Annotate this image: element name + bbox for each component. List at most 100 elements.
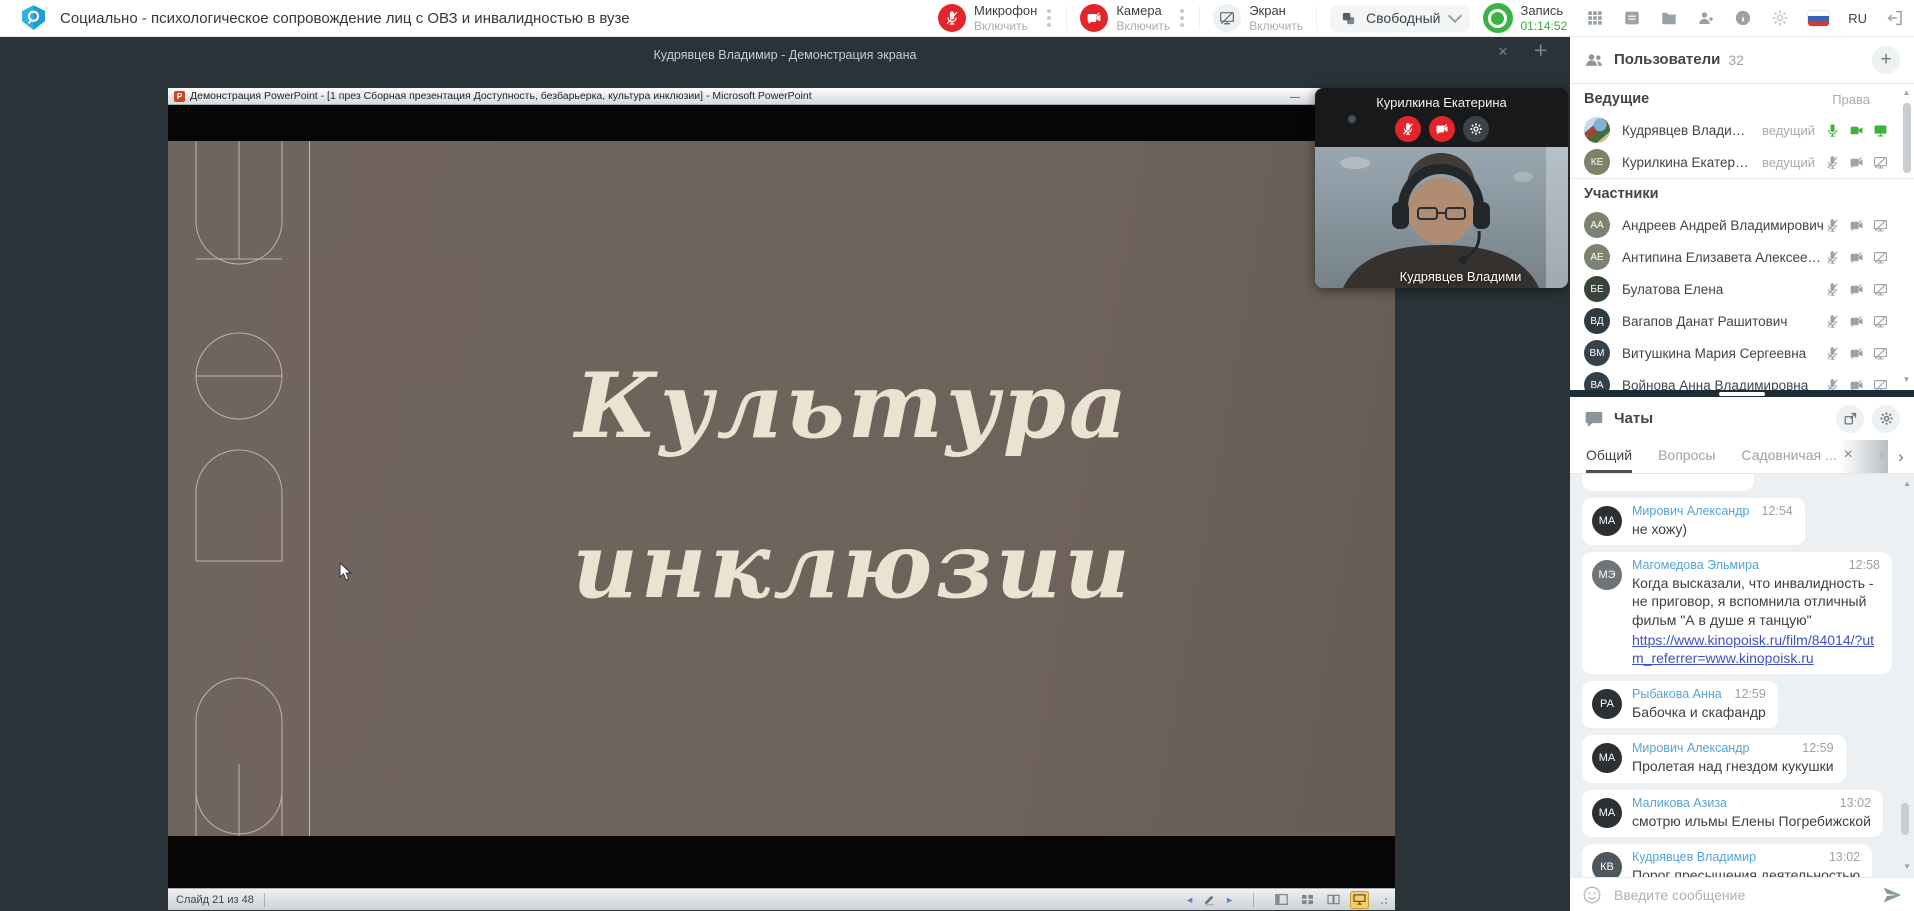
user-row[interactable]: ВАВойнова Анна Владимировна: [1570, 369, 1914, 390]
webcam-overlay[interactable]: Курилкина Екатерина: [1315, 88, 1568, 288]
user-row[interactable]: БЕБулатова Елена: [1570, 273, 1914, 305]
message-author[interactable]: Кудрявцев Владимир: [1632, 850, 1756, 864]
record-label: Запись: [1521, 3, 1568, 19]
message-link[interactable]: https://www.kinopoisk.ru/film/84014/?utm…: [1632, 631, 1880, 667]
message-author[interactable]: Магомедова Эльмира: [1632, 558, 1759, 572]
chat-tab[interactable]: Общий: [1586, 440, 1632, 473]
add-user-button[interactable]: +: [1872, 46, 1900, 74]
leave-meeting-icon[interactable]: [1886, 9, 1904, 27]
chat-tab[interactable]: Садовничая ...×: [1741, 440, 1853, 473]
normal-view-icon[interactable]: [1273, 892, 1290, 908]
user-row[interactable]: АЕАнтипина Елизавета Алексеевна: [1570, 241, 1914, 273]
camera-off-icon[interactable]: [1849, 282, 1864, 297]
mode-selector[interactable]: Свободный: [1330, 5, 1469, 32]
scroll-down-icon[interactable]: ▼: [1903, 375, 1911, 384]
settings-gear-icon[interactable]: [1771, 9, 1789, 27]
info-icon[interactable]: [1734, 9, 1752, 27]
slide-sorter-view-icon[interactable]: [1299, 892, 1316, 908]
screen-off-icon[interactable]: [1213, 4, 1241, 32]
chat-tab[interactable]: Вопросы: [1658, 440, 1715, 473]
notes-icon[interactable]: [1623, 9, 1641, 27]
files-icon[interactable]: [1660, 9, 1678, 27]
next-slide-icon[interactable]: ►: [1225, 895, 1234, 905]
emoji-icon[interactable]: [1582, 885, 1602, 905]
webcam-camera-off-button[interactable]: [1429, 116, 1455, 142]
language-code[interactable]: RU: [1848, 11, 1867, 26]
webcam-mic-off-button[interactable]: [1395, 116, 1421, 142]
tabs-fade: [1840, 440, 1888, 473]
chat-scroll-down-icon[interactable]: ▼: [1903, 862, 1911, 871]
mic-off-icon[interactable]: [1825, 218, 1840, 233]
reading-view-icon[interactable]: [1325, 892, 1342, 908]
message-author[interactable]: Мирович Александр: [1632, 504, 1749, 518]
close-share-icon[interactable]: ×: [1498, 42, 1508, 62]
mic-off-icon[interactable]: [1825, 250, 1840, 265]
chat-scroll-up-icon[interactable]: ▲: [1903, 479, 1911, 488]
send-message-icon[interactable]: [1882, 885, 1902, 905]
mic-off-icon[interactable]: [938, 4, 966, 32]
chat-settings-button[interactable]: [1872, 405, 1900, 433]
user-name: Витушкина Мария Сергеевна: [1622, 346, 1825, 361]
resize-grip[interactable]: [1379, 896, 1387, 904]
divider: [1316, 6, 1317, 30]
users-scrollbar[interactable]: ▲ ▼: [1900, 88, 1913, 384]
invite-user-icon[interactable]: [1697, 9, 1715, 27]
message-text: Порог пресыщения деятельностью: [1632, 866, 1860, 877]
camera-off-icon[interactable]: [1849, 155, 1864, 170]
splitter-handle[interactable]: [1719, 392, 1765, 396]
message-author[interactable]: Мирович Александр: [1632, 741, 1749, 755]
chat-scrollbar-thumb[interactable]: [1901, 803, 1909, 835]
screen-on-icon[interactable]: [1873, 123, 1888, 138]
screen-off-icon[interactable]: [1873, 282, 1888, 297]
message-time: 12:54: [1761, 504, 1792, 518]
screen-off-icon[interactable]: [1873, 378, 1888, 391]
camera-menu-icon[interactable]: [1180, 16, 1184, 20]
microphone-control[interactable]: Микрофон Включить: [938, 3, 1053, 33]
chat-icon: [1584, 409, 1604, 429]
mic-off-icon[interactable]: [1825, 282, 1840, 297]
mic-on-icon[interactable]: [1825, 123, 1840, 138]
screen-off-icon[interactable]: [1873, 218, 1888, 233]
scrollbar-thumb[interactable]: [1903, 103, 1911, 173]
mic-off-icon[interactable]: [1825, 346, 1840, 361]
language-flag-icon[interactable]: [1808, 11, 1829, 26]
record-icon[interactable]: [1483, 3, 1513, 33]
minimize-button[interactable]: —: [1290, 92, 1300, 103]
user-row[interactable]: АААндреев Андрей Владимирович: [1570, 209, 1914, 241]
user-row[interactable]: Кудрявцев Владимир ...ведущий: [1570, 114, 1914, 146]
add-tile-icon[interactable]: +: [1534, 37, 1547, 64]
user-row[interactable]: КЕКурилкина Екатерина...ведущий: [1570, 146, 1914, 178]
more-tabs-icon[interactable]: ›: [1888, 440, 1914, 473]
scroll-up-icon[interactable]: ▲: [1903, 88, 1911, 97]
message-author[interactable]: Рыбакова Анна: [1632, 687, 1722, 701]
message-author[interactable]: Маликова Азиза: [1632, 796, 1727, 810]
screen-off-icon[interactable]: [1873, 346, 1888, 361]
camera-off-icon[interactable]: [1849, 218, 1864, 233]
previous-slide-icon[interactable]: ◄: [1185, 895, 1194, 905]
record-control[interactable]: Запись 01:14:52: [1483, 3, 1568, 33]
screen-off-icon[interactable]: [1873, 155, 1888, 170]
annotation-pen-icon[interactable]: [1203, 893, 1216, 906]
mic-off-icon[interactable]: [1825, 314, 1840, 329]
screen-off-icon[interactable]: [1873, 314, 1888, 329]
camera-off-icon[interactable]: [1849, 314, 1864, 329]
user-row[interactable]: ВМВитушкина Мария Сергеевна: [1570, 337, 1914, 369]
camera-on-icon[interactable]: [1849, 123, 1864, 138]
webcam-settings-button[interactable]: [1463, 116, 1489, 142]
camera-off-icon[interactable]: [1080, 4, 1108, 32]
user-row[interactable]: ВДВагапов Данат Рашитович: [1570, 305, 1914, 337]
popout-chat-button[interactable]: [1836, 405, 1864, 433]
mic-menu-icon[interactable]: [1047, 16, 1051, 20]
mic-off-icon[interactable]: [1825, 155, 1840, 170]
camera-off-icon[interactable]: [1849, 346, 1864, 361]
message-input[interactable]: [1612, 886, 1872, 904]
mic-off-icon[interactable]: [1825, 378, 1840, 391]
panel-splitter[interactable]: [1570, 390, 1914, 397]
screen-share-control[interactable]: Экран Включить: [1213, 3, 1303, 33]
camera-off-icon[interactable]: [1849, 250, 1864, 265]
slideshow-view-icon[interactable]: [1351, 892, 1368, 908]
camera-control[interactable]: Камера Включить: [1080, 3, 1186, 33]
grid-apps-icon[interactable]: [1586, 9, 1604, 27]
camera-off-icon[interactable]: [1849, 378, 1864, 391]
screen-off-icon[interactable]: [1873, 250, 1888, 265]
